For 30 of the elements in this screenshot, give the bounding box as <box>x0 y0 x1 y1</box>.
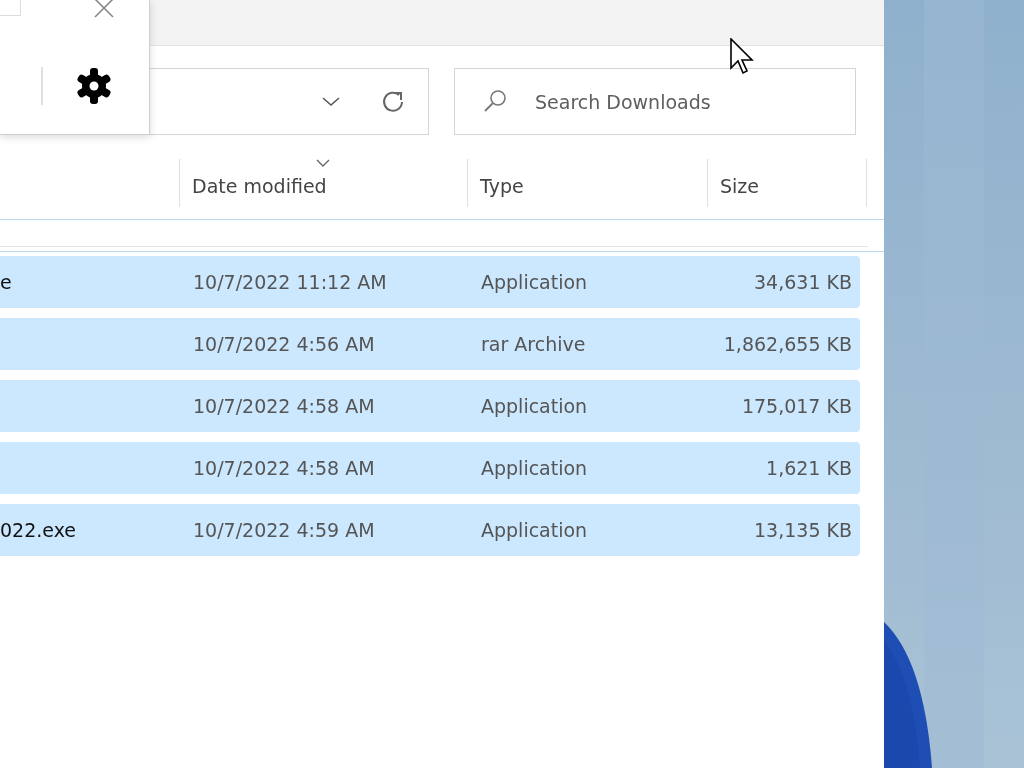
type-cell: Application <box>481 271 588 293</box>
size-cell: 1,621 KB <box>766 457 852 479</box>
file-row[interactable]: e 10/7/2022 11:12 AM Application 34,631 KB <box>0 256 860 308</box>
date-cell: 10/7/2022 4:58 AM <box>193 457 375 479</box>
date-cell: 10/7/2022 11:12 AM <box>193 271 387 293</box>
size-cell: 13,135 KB <box>754 519 852 541</box>
date-cell: 10/7/2022 4:58 AM <box>193 395 375 417</box>
column-header[interactable]: Size <box>707 159 867 207</box>
file-name: e <box>0 271 12 293</box>
type-cell: Application <box>481 457 588 479</box>
search-icon <box>482 88 508 114</box>
file-name: 022.exe <box>0 519 76 541</box>
date-cell: 10/7/2022 4:56 AM <box>193 333 375 355</box>
column-header[interactable]: Date modified <box>179 159 467 207</box>
file-row[interactable]: 10/7/2022 4:58 AM Application 175,017 KB <box>0 380 860 432</box>
settings-icon[interactable] <box>74 66 114 106</box>
type-cell: rar Archive <box>481 333 586 355</box>
date-cell: 10/7/2022 4:59 AM <box>193 519 375 541</box>
close-icon[interactable] <box>94 0 114 18</box>
file-row[interactable]: 10/7/2022 4:58 AM Application 1,621 KB <box>0 442 860 494</box>
size-cell: 1,862,655 KB <box>723 333 852 355</box>
type-cell: Application <box>481 519 588 541</box>
file-row[interactable]: 022.exe 10/7/2022 4:59 AM Application 13,135 KB <box>0 504 860 556</box>
chevron-down-icon[interactable] <box>322 96 340 107</box>
column-header[interactable]: Type <box>467 159 707 207</box>
search-field[interactable]: Search Downloads <box>454 68 856 135</box>
size-cell: 34,631 KB <box>754 271 852 293</box>
size-cell: 175,017 KB <box>741 395 852 417</box>
file-row[interactable]: 10/7/2022 4:56 AM rar Archive 1,862,655 KB <box>0 318 860 370</box>
type-cell: Application <box>481 395 588 417</box>
